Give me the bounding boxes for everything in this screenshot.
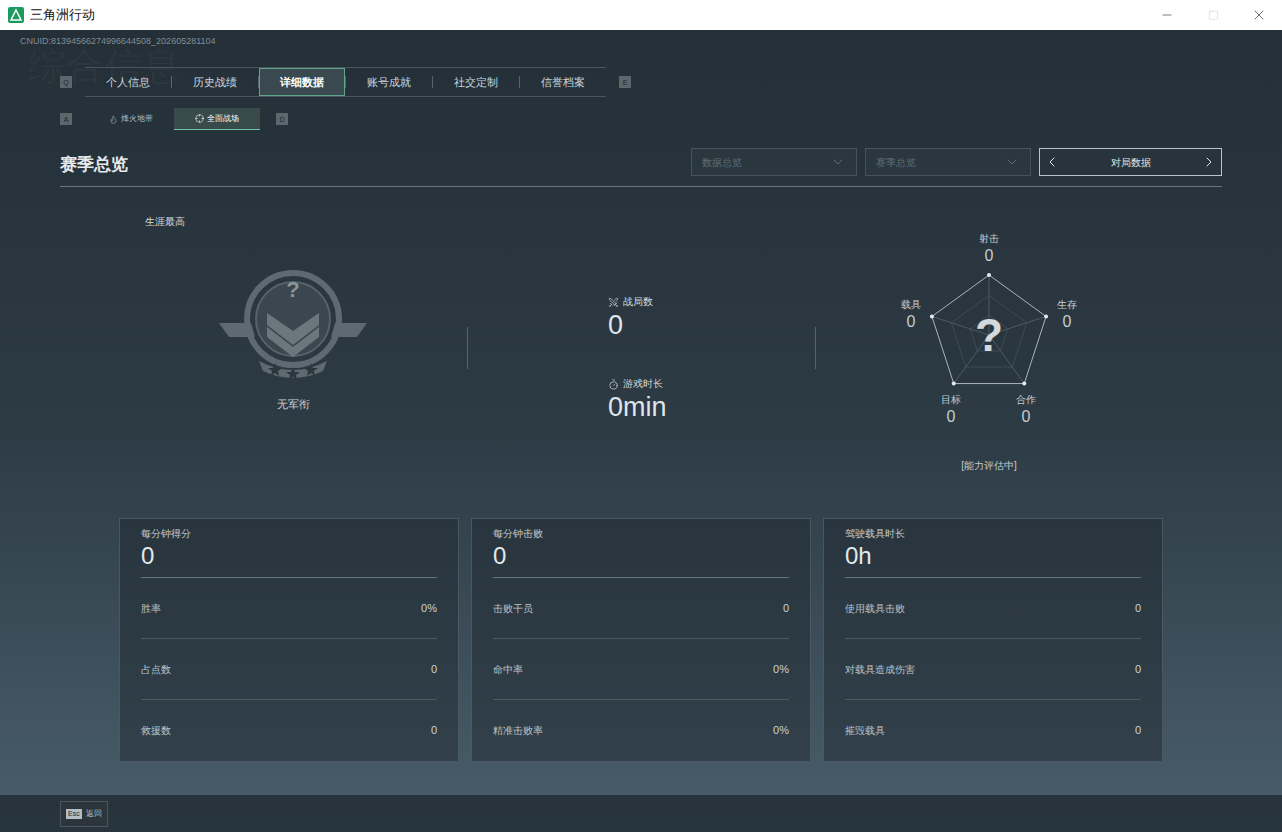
- main-tab[interactable]: 详细数据: [259, 68, 345, 96]
- stat-card: 每分钟得分0胜率0%占点数0救援数0: [119, 518, 459, 762]
- divider: [467, 327, 468, 369]
- key-hint: D: [276, 113, 288, 125]
- stat-row: 精准击败率0%: [493, 700, 789, 761]
- title-bar: 三角洲行动: [0, 0, 1282, 30]
- chevron-right-icon[interactable]: [1201, 154, 1217, 170]
- mode-tab[interactable]: 烽火地带: [88, 108, 174, 130]
- rank-caption: 生涯最高: [60, 215, 467, 229]
- overview-stat: 游戏时长0min: [608, 377, 815, 423]
- overview-stat: 战局数0: [608, 295, 815, 341]
- close-button[interactable]: [1236, 0, 1282, 30]
- esc-key: Esc: [66, 809, 82, 819]
- main-tab[interactable]: 社交定制: [433, 68, 519, 96]
- chevron-down-icon: [1004, 154, 1020, 170]
- stats-panel: 战局数0 游戏时长0min: [468, 215, 815, 480]
- stopwatch-icon: [608, 379, 619, 390]
- mode-tab[interactable]: 全面战场: [174, 108, 260, 130]
- main-tab[interactable]: 个人信息: [85, 68, 171, 96]
- tab-divider: [519, 76, 520, 88]
- key-hint: Q: [60, 76, 72, 88]
- mode-tabs: A 烽火地带全面战场 D: [0, 108, 1282, 130]
- radar-axis: 合作0: [1006, 393, 1046, 427]
- key-hint: A: [60, 113, 72, 125]
- stat-row: 救援数0: [141, 700, 437, 761]
- maximize-icon: [1208, 10, 1219, 21]
- stat-card: 驾驶载具时长0h使用载具击败0对载具造成伤害0摧毁载具0: [823, 518, 1163, 762]
- stat-selector[interactable]: 对局数据: [1039, 148, 1222, 176]
- overview: 生涯最高? 无军衔 战局数0 游戏时长0min? 射击0 生存0 合作0 目标0 载具0 [能力评…: [60, 215, 1222, 480]
- radar-axis: 载具0: [891, 298, 931, 332]
- section-header: 赛季总览数据总览赛季总览对局数据: [60, 148, 1222, 187]
- tab-divider: [432, 76, 433, 88]
- bottom-bar: Esc返回: [0, 795, 1282, 832]
- stat-row: 占点数0: [141, 639, 437, 700]
- stat-row: 命中率0%: [493, 639, 789, 700]
- maximize-button: [1190, 0, 1236, 30]
- back-button[interactable]: Esc返回: [60, 801, 108, 827]
- minimize-button[interactable]: [1144, 0, 1190, 30]
- ability-status: [能力评估中]: [869, 459, 1109, 473]
- rank-name: 无军衔: [277, 397, 310, 411]
- app-window: 三角洲行动综合信息CNUID:81394566274996644508_2026…: [0, 0, 1282, 832]
- main-tab[interactable]: 信誉档案: [520, 68, 606, 96]
- swords-icon: [608, 297, 619, 308]
- chevron-down-icon: [830, 154, 846, 170]
- stat-card: 每分钟击败0击败干员0命中率0%精准击败率0%: [471, 518, 811, 762]
- main-tab[interactable]: 账号成就: [346, 68, 432, 96]
- stat-row: 击败干员0: [493, 578, 789, 639]
- window-title: 三角洲行动: [30, 5, 95, 25]
- app-logo-icon: [8, 7, 24, 23]
- rank-badge-mark: ?: [278, 277, 308, 303]
- stat-row: 摧毁载具0: [845, 700, 1141, 761]
- chevron-left-icon[interactable]: [1044, 154, 1060, 170]
- main-tabs: Q 个人信息历史战绩详细数据账号成就社交定制信誉档案 E: [0, 67, 1282, 97]
- ability-panel: ? 射击0 生存0 合作0 目标0 载具0 [能力评估中]: [816, 215, 1222, 480]
- radar-center-mark: ?: [964, 308, 1014, 362]
- divider: [815, 327, 816, 369]
- filter-dropdown: 赛季总览: [865, 148, 1031, 176]
- stat-row: 使用载具击败0: [845, 578, 1141, 639]
- stat-row: 胜率0%: [141, 578, 437, 639]
- radar-axis: 生存0: [1047, 298, 1087, 332]
- rank-panel: 生涯最高? 无军衔: [60, 215, 467, 480]
- section-title: 赛季总览: [60, 154, 128, 176]
- radar-axis: 目标0: [931, 393, 971, 427]
- stat-row: 对载具造成伤害0: [845, 639, 1141, 700]
- content: 综合信息CNUID:81394566274996644508_202605281…: [0, 30, 1282, 832]
- main-tab[interactable]: 历史战绩: [172, 68, 258, 96]
- card-row: 每分钟得分0胜率0%占点数0救援数0每分钟击败0击败干员0命中率0%精准击败率0…: [119, 518, 1163, 762]
- minimize-icon: [1160, 8, 1174, 22]
- key-hint: E: [619, 76, 631, 88]
- player-id: CNUID:81394566274996644508_202605281104: [0, 30, 1282, 52]
- fire-icon: [109, 115, 118, 124]
- radar-chart: ? 射击0 生存0 合作0 目标0 载具0: [869, 230, 1109, 455]
- tab-divider: [171, 76, 172, 88]
- filter-dropdown: 数据总览: [691, 148, 857, 176]
- crosshair-icon: [195, 114, 204, 123]
- radar-axis: 射击0: [969, 232, 1009, 266]
- tab-divider: [345, 76, 346, 88]
- close-icon: [1251, 7, 1267, 23]
